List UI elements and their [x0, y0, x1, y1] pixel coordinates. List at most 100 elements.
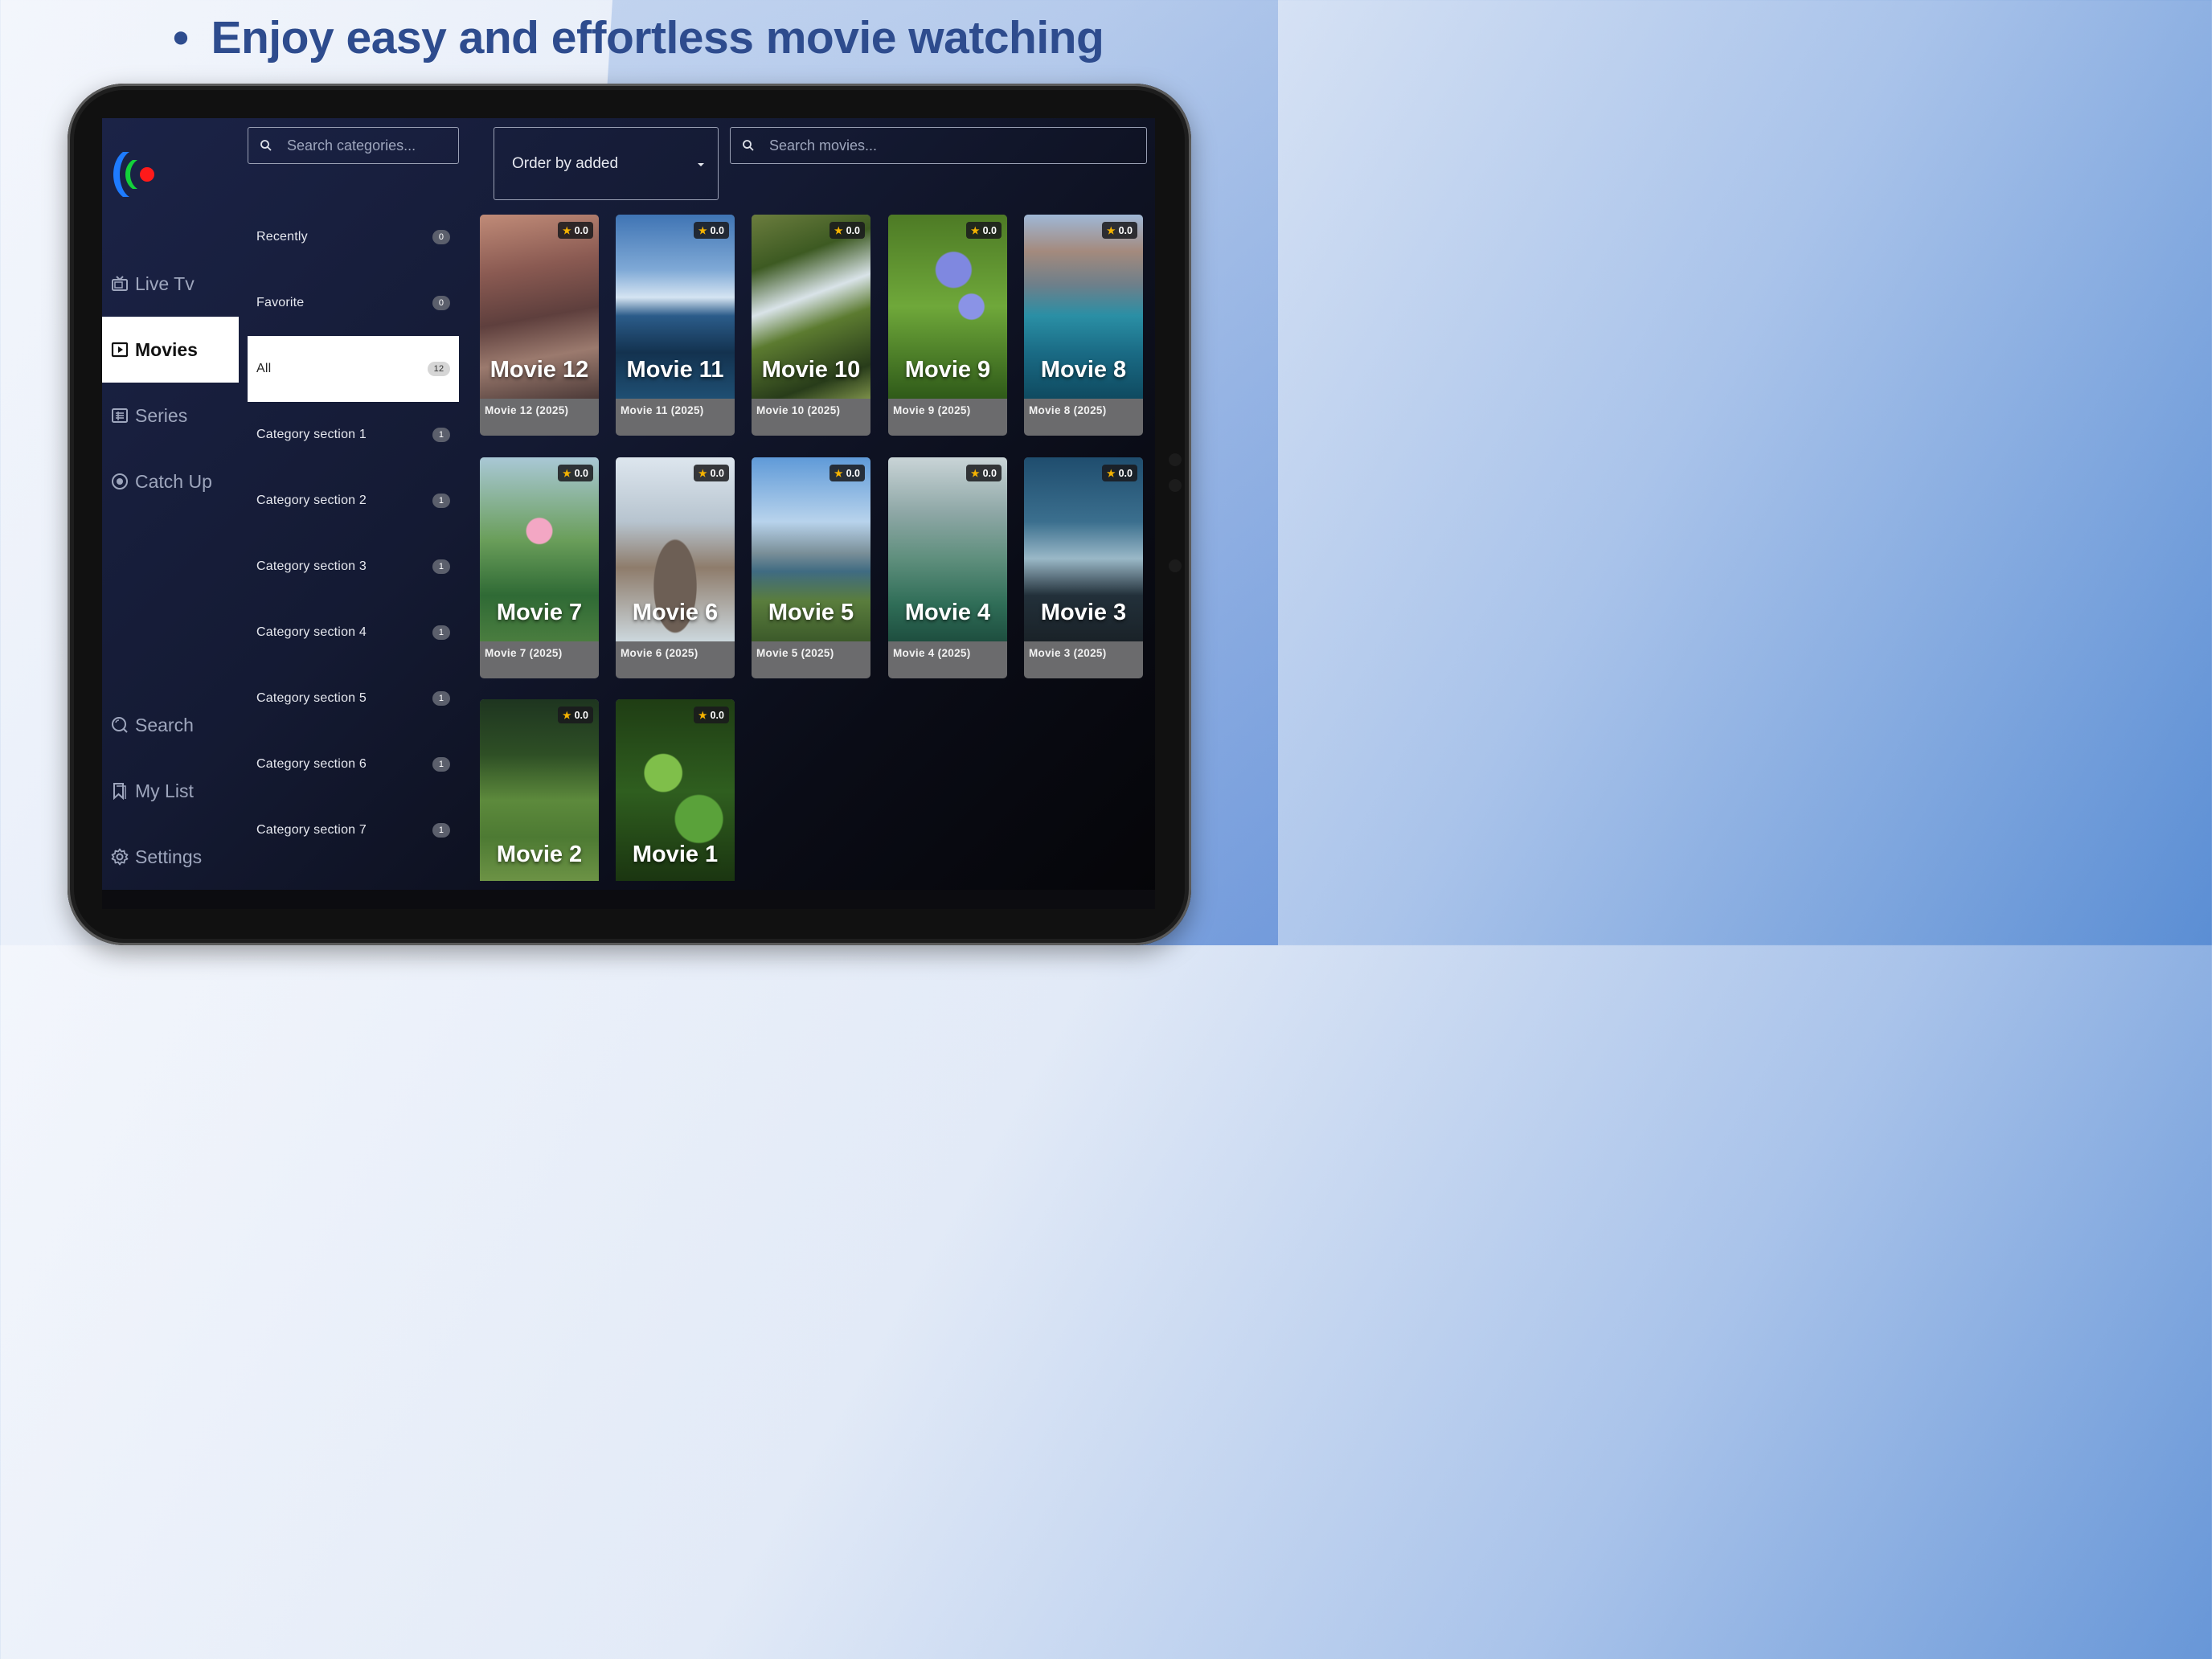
category-label: Recently	[256, 230, 308, 244]
star-icon: ★	[562, 224, 571, 236]
rating-badge: ★ 0.0	[965, 222, 1002, 239]
side-button	[1169, 453, 1182, 466]
movie-card[interactable]: Movie 5 ★ 0.0 Movie 5 (2025)	[752, 457, 870, 678]
category-item[interactable]: Category section 5 1	[248, 666, 459, 731]
movie-caption: Movie 4 (2025)	[893, 647, 971, 659]
nav-item-series[interactable]: Series	[102, 383, 239, 449]
movie-search-placeholder: Search movies...	[769, 137, 878, 154]
movie-card[interactable]: Movie 1 ★ 0.0	[616, 699, 735, 881]
star-icon: ★	[698, 467, 707, 479]
search-icon	[260, 140, 272, 151]
category-item[interactable]: Category section 7 1	[248, 797, 459, 863]
category-label: Category section 4	[256, 625, 367, 639]
count-badge: 1	[432, 625, 450, 640]
movie-caption: Movie 5 (2025)	[756, 647, 834, 659]
headline: • Enjoy easy and effortless movie watchin…	[173, 11, 1104, 64]
star-icon: ★	[834, 467, 843, 479]
movie-card[interactable]: Movie 3 ★ 0.0 Movie 3 (2025)	[1024, 457, 1143, 678]
rating-badge: ★ 0.0	[693, 707, 729, 723]
bottom-bar	[102, 890, 1155, 909]
rating-badge: ★ 0.0	[693, 465, 729, 481]
rating-value: 0.0	[710, 709, 724, 721]
movie-card[interactable]: Movie 4 ★ 0.0 Movie 4 (2025)	[888, 457, 1007, 678]
movie-card[interactable]: Movie 9 ★ 0.0 Movie 9 (2025)	[888, 215, 1007, 436]
rating-badge: ★ 0.0	[829, 222, 865, 239]
movie-caption: Movie 9 (2025)	[893, 404, 971, 416]
headline-bullet: •	[173, 12, 189, 63]
rating-value: 0.0	[710, 467, 724, 479]
category-item[interactable]: All 12	[248, 336, 459, 402]
count-badge: 1	[432, 757, 450, 772]
movie-card[interactable]: Movie 6 ★ 0.0 Movie 6 (2025)	[616, 457, 735, 678]
rating-badge: ★ 0.0	[557, 707, 593, 723]
nav-item-search[interactable]: Search	[102, 692, 239, 758]
rating-value: 0.0	[574, 224, 588, 236]
star-icon: ★	[698, 709, 707, 721]
category-search-input[interactable]: Search categories...	[248, 127, 459, 164]
nav-item-settings[interactable]: Settings	[102, 824, 239, 890]
movie-card[interactable]: Movie 11 ★ 0.0 Movie 11 (2025)	[616, 215, 735, 436]
movie-caption: Movie 8 (2025)	[1029, 404, 1107, 416]
star-icon: ★	[970, 224, 980, 236]
headline-text: Enjoy easy and effortless movie watching	[211, 12, 1104, 63]
nav-item-label: Search	[135, 714, 194, 735]
count-badge: 12	[428, 362, 450, 376]
poster-title: Movie 4	[904, 600, 991, 625]
nav-item-my-list[interactable]: My List	[102, 758, 239, 824]
nav-item-label: Series	[135, 404, 188, 426]
search-icon	[112, 717, 128, 733]
movie-icon	[111, 342, 129, 358]
poster-title: Movie 6	[632, 600, 719, 625]
category-item[interactable]: Category section 3 1	[248, 534, 459, 600]
category-item[interactable]: Favorite 0	[248, 270, 459, 336]
nav-item-label: Catch Up	[135, 470, 212, 492]
bookmark-icon	[113, 783, 126, 800]
search-icon	[743, 140, 754, 151]
side-button	[1169, 479, 1182, 492]
star-icon: ★	[698, 224, 707, 236]
rating-badge: ★ 0.0	[693, 222, 729, 239]
category-item[interactable]: Recently 0	[248, 204, 459, 270]
rating-badge: ★ 0.0	[829, 465, 865, 481]
movie-card[interactable]: Movie 8 ★ 0.0 Movie 8 (2025)	[1024, 215, 1143, 436]
category-search-placeholder: Search categories...	[287, 137, 416, 154]
movie-caption: Movie 7 (2025)	[485, 647, 563, 659]
movie-card[interactable]: Movie 2 ★ 0.0	[480, 699, 599, 881]
movie-caption: Movie 10 (2025)	[756, 404, 841, 416]
app-screen: Live Tv Movies Series Catch Up Search My List…	[102, 118, 1155, 909]
category-label: Category section 3	[256, 559, 367, 573]
rating-value: 0.0	[574, 709, 588, 721]
order-dropdown[interactable]: Order by added	[494, 127, 719, 200]
poster-title: Movie 3	[1040, 600, 1127, 625]
rating-value: 0.0	[982, 224, 997, 236]
rating-value: 0.0	[574, 467, 588, 479]
movie-card[interactable]: Movie 12 ★ 0.0 Movie 12 (2025)	[480, 215, 599, 436]
category-label: Category section 5	[256, 691, 367, 705]
order-dropdown-value: Order by added	[512, 154, 619, 172]
movie-card[interactable]: Movie 10 ★ 0.0 Movie 10 (2025)	[752, 215, 870, 436]
category-label: Category section 6	[256, 757, 367, 771]
movie-search-input[interactable]: Search movies...	[730, 127, 1147, 164]
category-item[interactable]: Category section 6 1	[248, 731, 459, 797]
category-label: Category section 7	[256, 823, 367, 837]
count-badge: 1	[432, 823, 450, 838]
poster-title: Movie 7	[496, 600, 583, 625]
count-badge: 0	[432, 230, 450, 244]
poster-title: Movie 8	[1040, 357, 1127, 383]
rating-badge: ★ 0.0	[965, 465, 1002, 481]
nav-item-movies[interactable]: Movies	[102, 317, 239, 383]
nav-item-label: Settings	[135, 846, 203, 867]
star-icon: ★	[562, 467, 571, 479]
nav-item-live-tv[interactable]: Live Tv	[102, 251, 239, 317]
category-item[interactable]: Category section 4 1	[248, 600, 459, 666]
rating-value: 0.0	[982, 467, 997, 479]
nav-item-catch-up[interactable]: Catch Up	[102, 449, 239, 514]
poster-title: Movie 10	[761, 357, 861, 383]
category-label: All	[256, 362, 272, 375]
series-icon	[112, 408, 128, 423]
category-label: Category section 2	[256, 494, 367, 507]
category-item[interactable]: Category section 2 1	[248, 468, 459, 534]
movie-card[interactable]: Movie 7 ★ 0.0 Movie 7 (2025)	[480, 457, 599, 678]
catchup-icon	[112, 473, 128, 490]
category-item[interactable]: Category section 1 1	[248, 402, 459, 468]
